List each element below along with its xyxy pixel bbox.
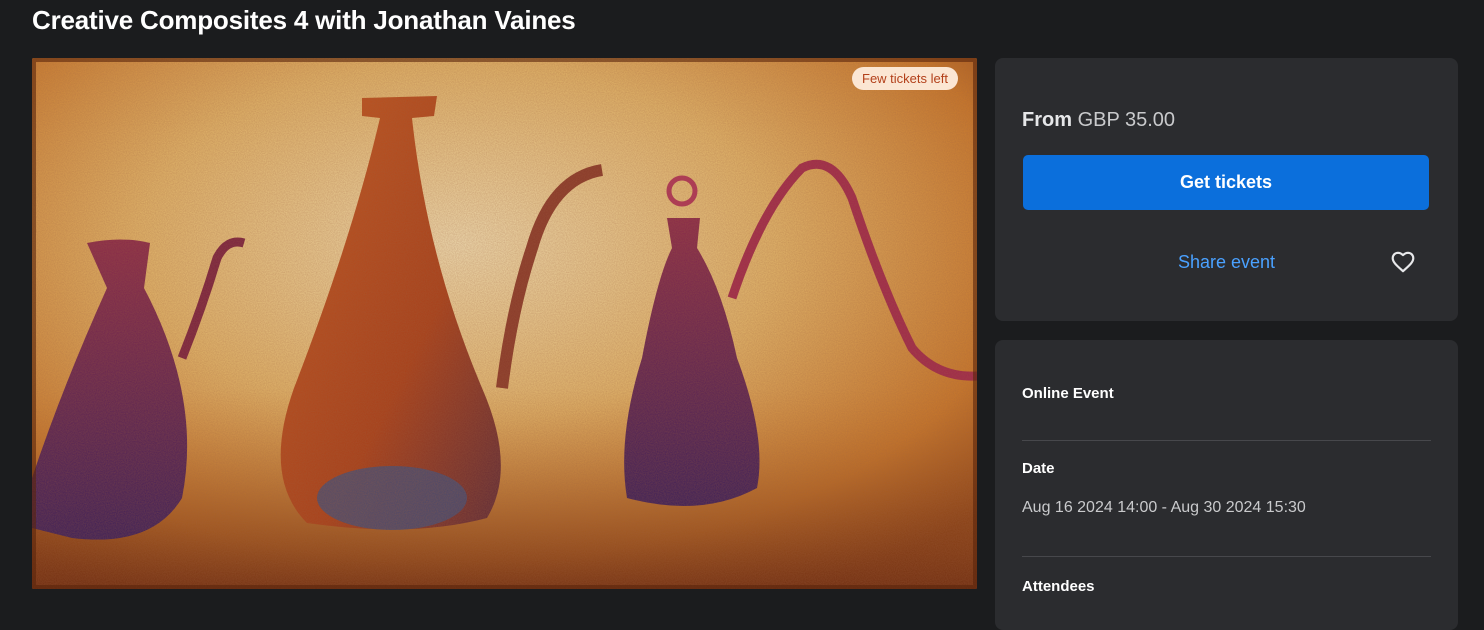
attendees-label: Attendees [1022,578,1095,595]
date-label: Date [1022,460,1055,477]
few-tickets-left-badge: Few tickets left [852,67,958,90]
divider [1022,556,1431,557]
price-value: GBP 35.00 [1077,109,1176,131]
hero-artwork [32,58,977,589]
event-info-card: Online Event Date Aug 16 2024 14:00 - Au… [995,340,1458,630]
price-prefix: From [1022,109,1072,131]
ticket-card: From GBP 35.00 Get tickets Share event [995,58,1458,321]
get-tickets-button[interactable]: Get tickets [1023,155,1429,210]
heart-outline-icon[interactable] [1390,249,1416,275]
divider [1022,440,1431,441]
event-hero-image [32,58,977,589]
share-event-link[interactable]: Share event [1125,250,1328,274]
page-title: Creative Composites 4 with Jonathan Vain… [32,5,576,35]
date-value: Aug 16 2024 14:00 - Aug 30 2024 15:30 [1022,499,1306,516]
online-event-label: Online Event [1022,385,1114,402]
price: From GBP 35.00 [1022,108,1175,132]
